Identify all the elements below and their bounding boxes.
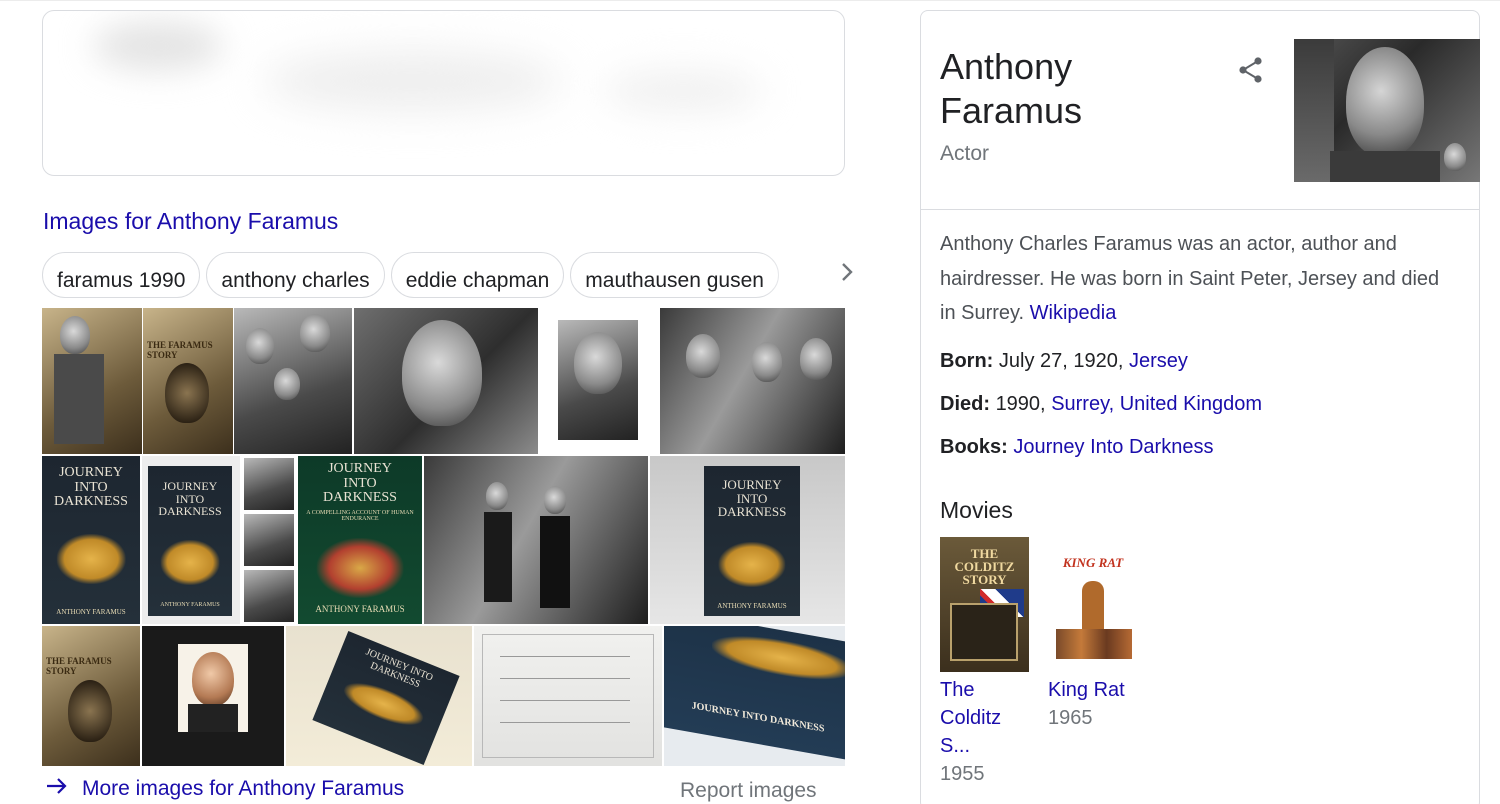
chip-anthony-charles[interactable]: anthony charles <box>206 252 385 298</box>
chip-eddie-chapman[interactable]: eddie chapman <box>390 252 565 298</box>
movie-poster[interactable]: THE COLDITZ STORY <box>940 537 1029 672</box>
fact-books: Books: Journey Into Darkness <box>940 436 1214 458</box>
image-tile[interactable] <box>234 308 352 454</box>
image-tile[interactable] <box>354 308 538 454</box>
movie-item[interactable]: THE COLDITZ STORY The Colditz S... 1955 <box>940 537 1040 788</box>
more-images-link[interactable]: More images for Anthony Faramus <box>46 777 404 801</box>
book-cover-tile[interactable]: JOURNEY INTO DARKNESS <box>664 626 845 766</box>
book-cover-tile[interactable]: JOURNEY INTO DARKNESS ANTHONY FARAMUS <box>142 456 240 624</box>
kp-divider <box>921 209 1479 210</box>
chevron-right-icon[interactable] <box>832 258 862 290</box>
book-cover-tile[interactable]: JOURNEY INTO DARKNESS ANTHONY FARAMUS <box>42 456 140 624</box>
blurred-result-card <box>42 10 845 176</box>
wikipedia-link[interactable]: Wikipedia <box>1030 302 1117 324</box>
image-tile[interactable] <box>42 308 142 454</box>
book-link[interactable]: Journey Into Darkness <box>1013 436 1213 458</box>
image-tile[interactable]: THE FARAMUS STORY <box>143 308 233 454</box>
fact-born: Born: July 27, 1920, Jersey <box>940 350 1188 372</box>
image-tile[interactable] <box>474 626 662 766</box>
movie-poster[interactable]: KING RAT <box>1048 537 1137 672</box>
images-heading-link[interactable]: Images for Anthony Faramus <box>43 208 338 235</box>
movies-heading: Movies <box>940 497 1013 523</box>
born-place-link[interactable]: Jersey <box>1129 350 1188 372</box>
image-tile[interactable] <box>242 456 296 624</box>
kp-description: Anthony Charles Faramus was an actor, au… <box>940 233 1440 324</box>
died-place-link[interactable]: Surrey, United Kingdom <box>1051 393 1262 415</box>
fact-died: Died: 1990, Surrey, United Kingdom <box>940 393 1263 415</box>
report-images-link[interactable]: Report images <box>680 779 817 803</box>
image-grid: THE FARAMUS STORY JOURNEY INTO DARKNESS AN… <box>42 308 845 766</box>
image-tile[interactable]: THE FARAMUS STORY <box>42 626 140 766</box>
chip-faramus-1990[interactable]: faramus 1990 <box>42 252 201 298</box>
share-icon[interactable] <box>1238 56 1264 84</box>
image-tile[interactable] <box>660 308 845 454</box>
image-tile[interactable] <box>142 626 284 766</box>
knowledge-panel: Anthony Faramus Actor Anthony Charles Far… <box>920 10 1480 804</box>
image-chips-row: faramus 1990 anthony charles eddie chapman… <box>42 252 815 298</box>
arrow-right-icon <box>46 777 70 801</box>
kp-subtitle: Actor <box>940 142 990 165</box>
movie-item[interactable]: KING RAT King Rat 1965 <box>1048 537 1148 732</box>
book-cover-tile[interactable]: JOURNEY INTO DARKNESS <box>286 626 472 766</box>
kp-title: Anthony Faramus <box>940 46 1083 131</box>
image-tile[interactable] <box>424 456 648 624</box>
image-tile[interactable] <box>540 308 658 454</box>
top-divider <box>0 0 1500 1</box>
chip-mauthausen-gusen[interactable]: mauthausen gusen <box>570 252 779 298</box>
book-cover-tile[interactable]: JOURNEY INTO DARKNESS A COMPELLING ACCOUNT… <box>298 456 422 624</box>
book-cover-tile[interactable]: JOURNEY INTO DARKNESS ANTHONY FARAMUS <box>650 456 845 624</box>
kp-main-photo[interactable] <box>1294 39 1480 182</box>
